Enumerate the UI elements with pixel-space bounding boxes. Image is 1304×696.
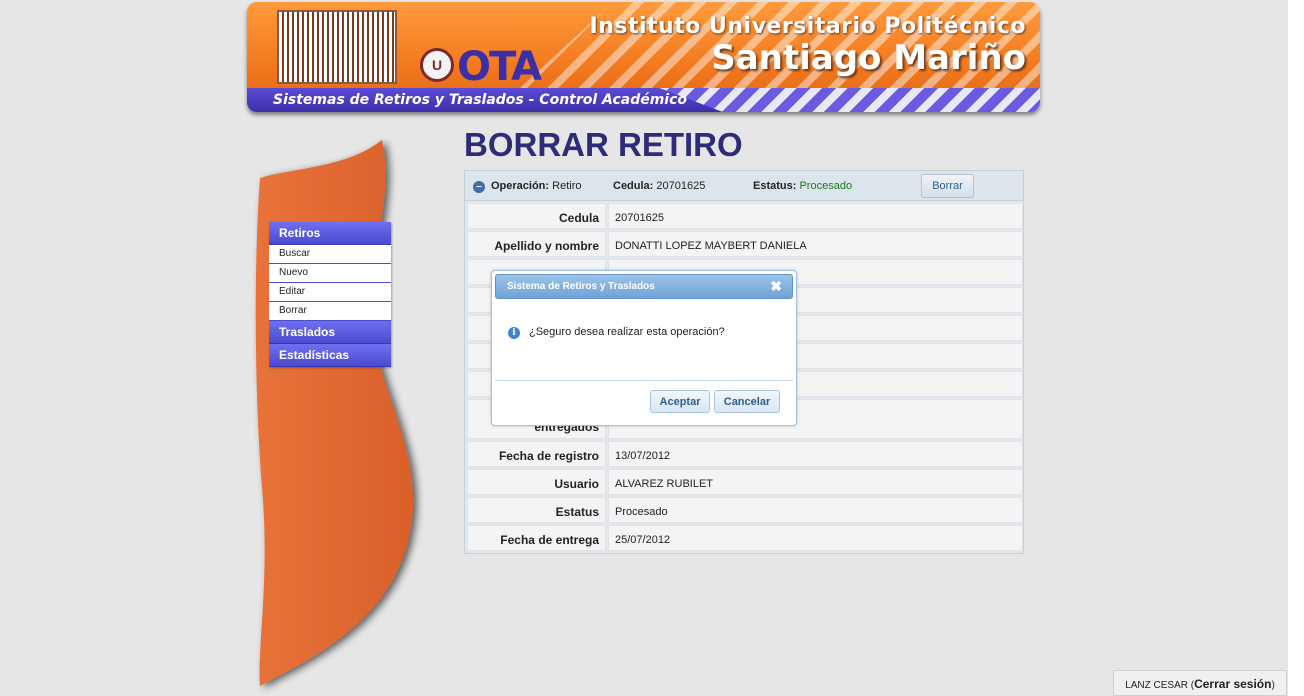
sidebar-item-editar[interactable]: Editar	[269, 283, 391, 302]
banner-institute-text: Instituto Universitario Politécnico	[589, 14, 1026, 39]
confirm-dialog: Sistema de Retiros y Traslados ✖ i ¿Segu…	[491, 270, 797, 426]
header-operacion: Operación: Retiro	[491, 180, 581, 192]
banner-name-text: Santiago Mariño	[711, 38, 1026, 78]
panel-header: – Operación: Retiro Cedula: 20701625 Est…	[465, 171, 1023, 201]
row-label: Apellido y nombre	[467, 231, 606, 257]
collapse-icon[interactable]: –	[473, 181, 485, 193]
session-footer: LANZ CESAR (Cerrar sesión)	[1113, 670, 1287, 696]
info-icon: i	[508, 327, 520, 339]
aceptar-button[interactable]: Aceptar	[650, 390, 710, 413]
row-label: Fecha de registro	[467, 441, 606, 467]
row-label: Estatus	[467, 497, 606, 523]
sidebar-section-retiros[interactable]: Retiros	[269, 222, 391, 245]
row-value: 25/07/2012	[608, 525, 1023, 551]
detail-row: Estatus Procesado	[467, 497, 1023, 523]
row-label: Fecha de entrega	[467, 525, 606, 551]
row-value: DONATTI LOPEZ MAYBERT DANIELA	[608, 231, 1023, 257]
operacion-label: Operación:	[491, 180, 550, 192]
detail-row: Apellido y nombre DONATTI LOPEZ MAYBERT …	[467, 231, 1023, 257]
sidebar-menu: Retiros Buscar Nuevo Editar Borrar Trasl…	[269, 222, 391, 367]
row-label: Usuario	[467, 469, 606, 495]
sidebar-section-traslados[interactable]: Traslados	[269, 321, 391, 344]
dialog-titlebar[interactable]: Sistema de Retiros y Traslados ✖	[495, 274, 793, 299]
banner-subtitle: Sistemas de Retiros y Traslados - Contro…	[273, 92, 688, 108]
dialog-divider	[495, 380, 793, 381]
header-estatus: Estatus: Procesado	[753, 180, 852, 192]
close-icon[interactable]: ✖	[770, 275, 782, 298]
dialog-message: ¿Seguro desea realizar esta operación?	[529, 326, 725, 338]
row-value: ALVAREZ RUBILET	[608, 469, 1023, 495]
page-title: BORRAR RETIRO	[464, 126, 743, 163]
row-value: 20701625	[608, 203, 1023, 229]
borrar-button[interactable]: Borrar	[921, 174, 974, 198]
cedula-label: Cedula:	[613, 180, 654, 192]
sidebar-section-estadisticas[interactable]: Estadísticas	[269, 344, 391, 367]
row-value: Procesado	[608, 497, 1023, 523]
dialog-title: Sistema de Retiros y Traslados	[507, 281, 655, 292]
cancelar-button[interactable]: Cancelar	[714, 390, 780, 413]
operacion-value: Retiro	[552, 180, 582, 192]
sidebar-item-borrar[interactable]: Borrar	[269, 302, 391, 321]
sidebar-item-nuevo[interactable]: Nuevo	[269, 264, 391, 283]
logout-link[interactable]: Cerrar sesión	[1194, 677, 1271, 691]
header-banner: U OTA Instituto Universitario Politécnic…	[247, 2, 1040, 112]
detail-row: Usuario ALVAREZ RUBILET	[467, 469, 1023, 495]
detail-row: Fecha de registro 13/07/2012	[467, 441, 1023, 467]
detail-row: Cedula 20701625	[467, 203, 1023, 229]
cedula-value: 20701625	[656, 180, 706, 192]
ota-logo: OTA	[457, 44, 542, 90]
sidebar-item-buscar[interactable]: Buscar	[269, 245, 391, 264]
row-label: Cedula	[467, 203, 606, 229]
session-user: LANZ CESAR	[1125, 680, 1188, 691]
estatus-label: Estatus:	[753, 180, 797, 192]
detail-row: Fecha de entrega 25/07/2012	[467, 525, 1023, 551]
header-cedula: Cedula: 20701625	[613, 180, 705, 192]
estatus-value: Procesado	[799, 180, 853, 192]
row-value: 13/07/2012	[608, 441, 1023, 467]
right-edge-strip	[1288, 0, 1304, 696]
iuspsm-logo-icon	[277, 10, 397, 84]
university-seal-icon: U	[420, 48, 454, 82]
